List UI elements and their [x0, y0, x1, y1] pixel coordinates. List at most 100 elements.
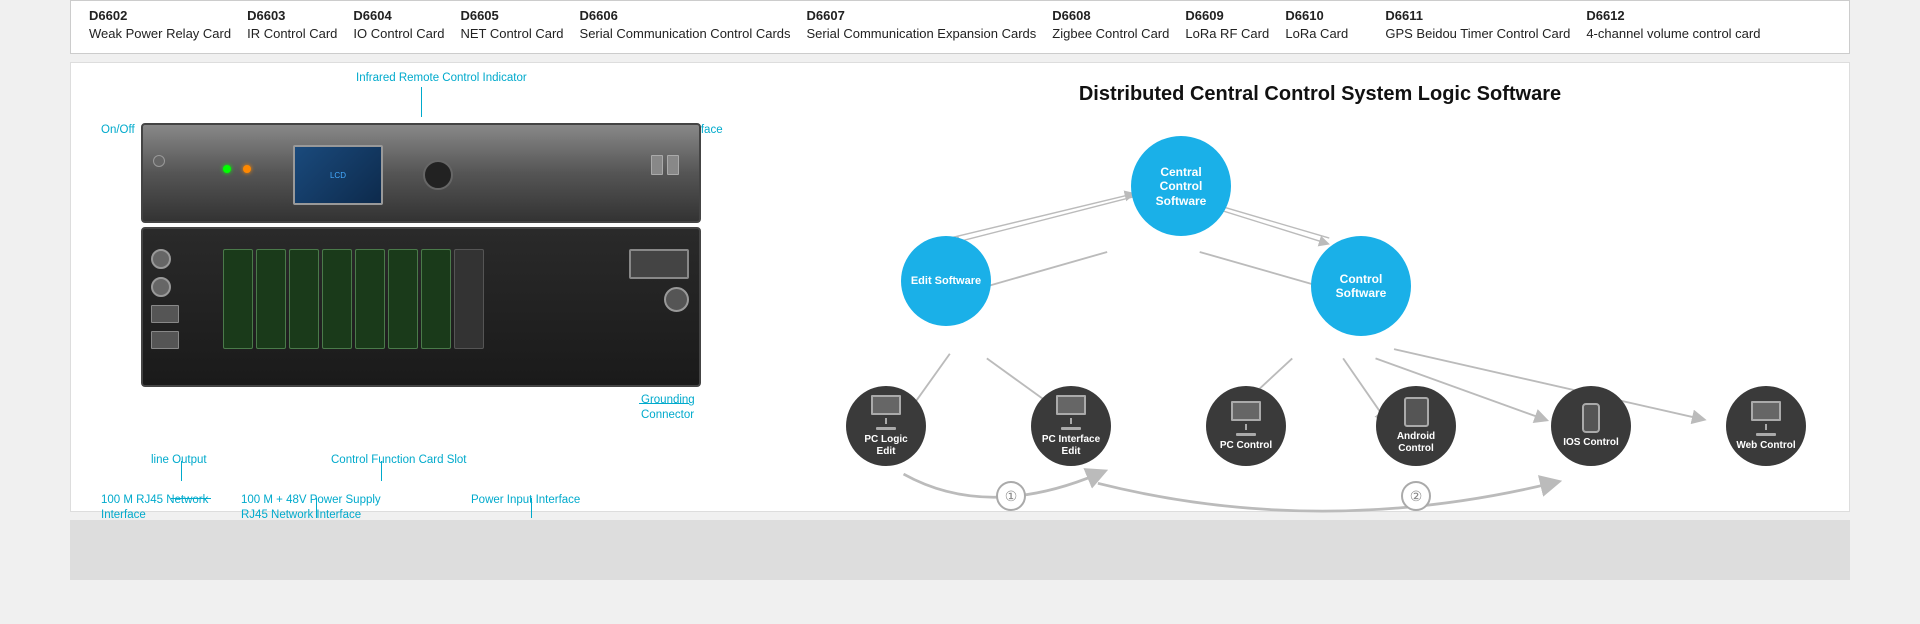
annotation-100m-48v: 100 M + 48V Power Supply RJ45 Network In… [241, 493, 381, 523]
table-cell-d6609: D6609 LoRa RF Card [1177, 5, 1277, 45]
node-control-software: Control Software [1311, 236, 1411, 336]
left-device-diagram: Infrared Remote Control Indicator On/Off… [71, 63, 791, 511]
marker-2: ② [1401, 481, 1431, 511]
desc-d6611: GPS Beidou Timer Control Card [1385, 26, 1570, 41]
table-cell-d6607: D6607 Serial Communication Expansion Car… [799, 5, 1045, 45]
desc-d6609: LoRa RF Card [1185, 26, 1269, 41]
main-diagram-section: Infrared Remote Control Indicator On/Off… [70, 62, 1850, 512]
usb-port-2 [667, 155, 679, 175]
rca-port-1 [151, 249, 171, 269]
node-edit-software: Edit Software [901, 236, 991, 326]
table-cell-d6604: D6604 IO Control Card [345, 5, 452, 45]
lcd-screen: LCD [293, 145, 383, 205]
rca-port-2 [151, 277, 171, 297]
monitor-base-2 [1061, 427, 1081, 430]
node-pc-control: PC Control [1206, 386, 1286, 466]
monitor-base-3 [1236, 433, 1256, 436]
table-cell-d6606: D6606 Serial Communication Control Cards [572, 5, 799, 45]
node-android-control: Android Control [1376, 386, 1456, 466]
rj45-port-1 [151, 305, 179, 323]
code-d6603: D6603 [247, 7, 337, 25]
lcd-inner: LCD [295, 147, 381, 203]
node-pc-logic-edit: PC Logic Edit [846, 386, 926, 466]
monitor-icon-pc-interface [1056, 395, 1086, 430]
monitor-icon-pc-control [1231, 401, 1261, 436]
rj45-port-2 [151, 331, 179, 349]
desc-d6610: LoRa Card [1285, 26, 1348, 41]
marker-1: ① [996, 481, 1026, 511]
diagram-arrows-svg [811, 136, 1829, 516]
buttons-left [153, 155, 165, 167]
ir-receiving-window [423, 160, 453, 190]
device-image: LCD [141, 123, 701, 443]
desc-d6603: IR Control Card [247, 26, 337, 41]
code-d6606: D6606 [580, 7, 791, 25]
monitor-stand-web [1765, 424, 1767, 430]
node-ios-control: IOS Control [1551, 386, 1631, 466]
table-cell-d6605: D6605 NET Control Card [452, 5, 571, 45]
code-d6609: D6609 [1185, 7, 1269, 25]
diagram-title: Distributed Central Control System Logic… [811, 83, 1829, 106]
table-cell-d6603: D6603 IR Control Card [239, 5, 345, 45]
usb-port-1 [651, 155, 663, 175]
tablet-icon-android [1404, 397, 1429, 427]
usb-ports [651, 155, 679, 175]
monitor-base-web [1756, 433, 1776, 436]
card-slot-2 [256, 249, 286, 349]
code-d6611: D6611 [1385, 7, 1570, 25]
annotation-power-input: Power Input Interface [471, 493, 580, 508]
card-slot-5 [355, 249, 385, 349]
code-d6604: D6604 [353, 7, 444, 25]
desc-d6607: Serial Communication Expansion Cards [807, 26, 1037, 41]
table-cell-d6602: D6602 Weak Power Relay Card [81, 5, 239, 45]
annotation-line-output: line Output [151, 453, 207, 468]
monitor-icon-web [1751, 401, 1781, 436]
monitor-stand-3 [1245, 424, 1247, 430]
code-d6605: D6605 [460, 7, 563, 25]
code-d6602: D6602 [89, 7, 231, 25]
power-led [223, 165, 231, 173]
card-slot-8 [454, 249, 484, 349]
logic-diagram: Central Control Software Edit Software C… [811, 136, 1829, 516]
desc-d6604: IO Control Card [353, 26, 444, 41]
monitor-screen [871, 395, 901, 415]
left-ports [151, 249, 179, 349]
table-cell-d6608: D6608 Zigbee Control Card [1044, 5, 1177, 45]
right-logic-diagram: Distributed Central Control System Logic… [791, 63, 1849, 511]
phone-icon-ios [1582, 403, 1600, 433]
on-off-button[interactable] [153, 155, 165, 167]
power-connector [629, 249, 689, 279]
right-section [629, 249, 689, 312]
desc-d6602: Weak Power Relay Card [89, 26, 231, 41]
annotation-control-card-slot: Control Function Card Slot [331, 453, 467, 468]
node-central-control: Central Control Software [1131, 136, 1231, 236]
device-bottom-unit [141, 227, 701, 387]
monitor-stand [885, 418, 887, 424]
node-web-control: Web Control [1726, 386, 1806, 466]
device-top-unit: LCD [141, 123, 701, 223]
ground-connector [664, 287, 689, 312]
annotation-ir-indicator: Infrared Remote Control Indicator [356, 71, 527, 86]
power-indicator-led [243, 165, 251, 173]
desc-d6605: NET Control Card [460, 26, 563, 41]
table-cell-d6610: D6610 LoRa Card [1277, 5, 1377, 45]
code-d6612: D6612 [1586, 7, 1760, 25]
bottom-strip [70, 520, 1850, 580]
top-cards-table: D6602 Weak Power Relay Card D6603 IR Con… [70, 0, 1850, 54]
node-pc-interface-edit: PC Interface Edit [1031, 386, 1111, 466]
card-slot-3 [289, 249, 319, 349]
card-slots-area [223, 249, 484, 349]
monitor-icon-pc-logic [871, 395, 901, 430]
monitor-screen-2 [1056, 395, 1086, 415]
card-slot-1 [223, 249, 253, 349]
table-cell-d6612: D6612 4-channel volume control card [1578, 5, 1768, 45]
monitor-screen-3 [1231, 401, 1261, 421]
monitor-screen-web [1751, 401, 1781, 421]
table-cell-d6611: D6611 GPS Beidou Timer Control Card [1377, 5, 1578, 45]
desc-d6606: Serial Communication Control Cards [580, 26, 791, 41]
code-d6608: D6608 [1052, 7, 1169, 25]
monitor-stand-2 [1070, 418, 1072, 424]
card-slot-4 [322, 249, 352, 349]
monitor-base [876, 427, 896, 430]
card-slot-7 [421, 249, 451, 349]
